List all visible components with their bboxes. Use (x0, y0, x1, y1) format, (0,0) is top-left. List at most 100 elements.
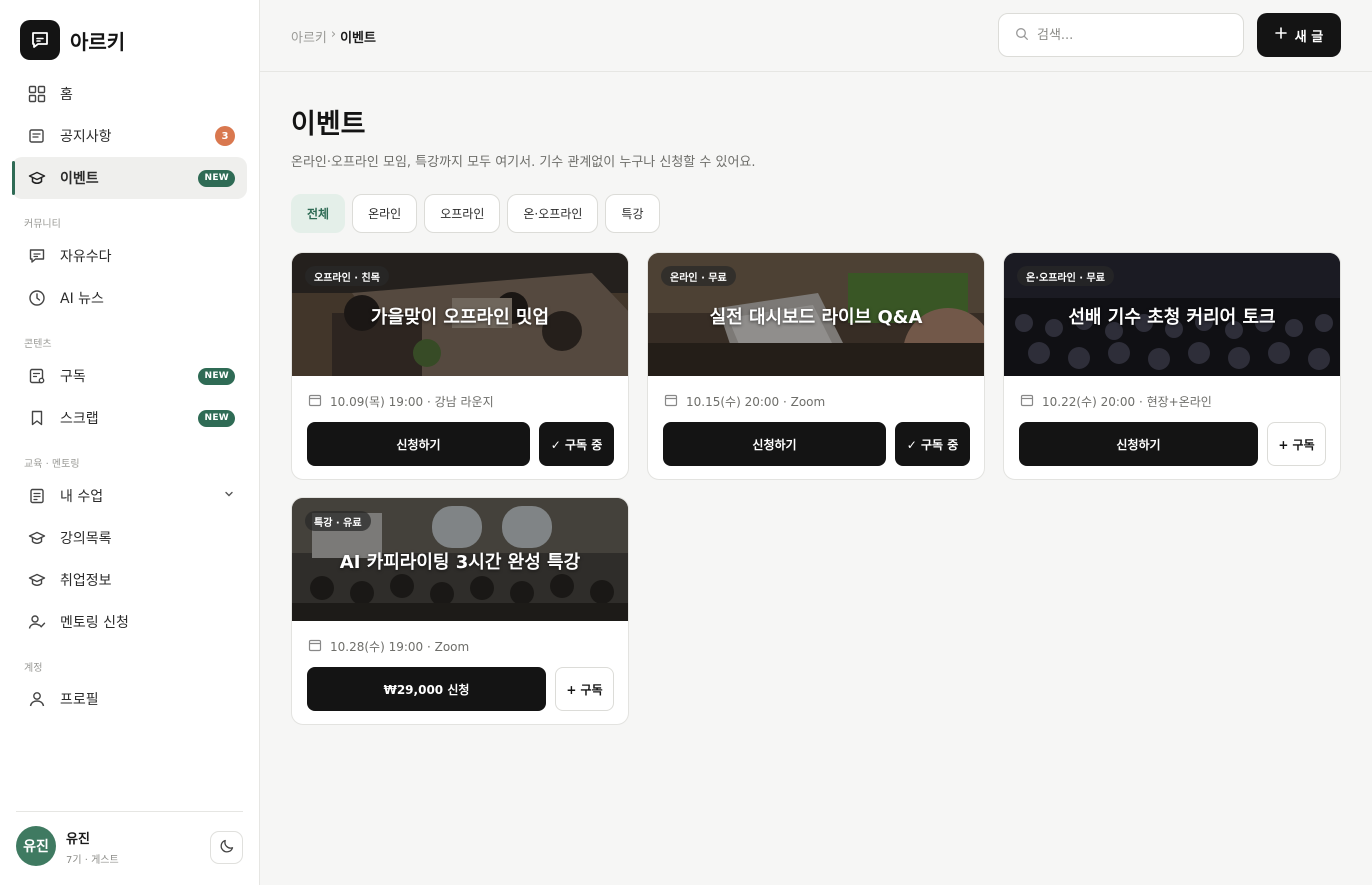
graduation-cap-icon (28, 529, 46, 547)
event-tag: 온라인 · 무료 (661, 266, 736, 286)
sidebar-item-free-talk[interactable]: 자유수다 (12, 235, 247, 277)
event-tag: 온·오프라인 · 무료 (1017, 266, 1114, 286)
filter-hybrid[interactable]: 온·오프라인 (507, 194, 599, 233)
new-badge: NEW (198, 169, 235, 187)
chevron-down-icon[interactable] (223, 488, 235, 504)
account-nav: 프로필 (12, 678, 247, 720)
grid-icon (28, 85, 46, 103)
sidebar-item-label: 프로필 (60, 692, 99, 708)
breadcrumb-separator: › (330, 27, 337, 42)
sidebar-item-profile[interactable]: 프로필 (12, 678, 247, 720)
sidebar-item-home[interactable]: 홈 (12, 73, 247, 115)
filter-tabs: 전체 온라인 오프라인 온·오프라인 특강 (291, 194, 660, 233)
avatar[interactable]: 유진 (16, 826, 56, 866)
sidebar-item-label: 구독 (60, 369, 86, 385)
calendar-icon (1020, 393, 1034, 410)
event-title: 선배 기수 초청 커리어 토크 (1068, 307, 1276, 328)
search-input[interactable] (1037, 27, 1217, 43)
plus-icon (1274, 27, 1287, 43)
subscribe-button[interactable]: ✓ 구독 중 (895, 422, 970, 466)
community-nav: 자유수다 AI 뉴스 (12, 235, 247, 319)
event-card[interactable]: 오프라인 · 친목 가을맞이 오프라인 밋업 10.09(목) 19:00 · … (291, 252, 629, 480)
education-nav: 내 수업 강의목록 취업정보 멘토링 신청 (12, 475, 247, 643)
subscribe-button[interactable]: + 구독 (555, 667, 614, 711)
subscribe-button[interactable]: ✓ 구독 중 (539, 422, 614, 466)
sidebar-item-my-class[interactable]: 내 수업 (12, 475, 247, 517)
breadcrumb-root[interactable]: 아르키 (291, 27, 327, 46)
search-icon (1015, 26, 1029, 45)
event-card[interactable]: 온라인 · 무료 실전 대시보드 라이브 Q&A 10.15(수) 20:00 … (647, 252, 985, 480)
theme-toggle-button[interactable] (210, 831, 243, 864)
user-meta: 7기 · 게스트 (66, 855, 119, 866)
calendar-icon (308, 393, 322, 410)
sidebar-item-label: 자유수다 (60, 249, 112, 265)
event-datetime: 10.28(수) 19:00 · Zoom (330, 640, 470, 654)
clock-icon (28, 289, 46, 307)
calendar-icon (664, 393, 678, 410)
filter-lecture[interactable]: 특강 (605, 194, 660, 233)
section-label-account: 계정 (24, 663, 43, 674)
sidebar-item-label: 홈 (60, 87, 73, 103)
document-icon (28, 487, 46, 505)
sidebar-item-scrap[interactable]: 스크랩 NEW (12, 397, 247, 439)
filter-offline[interactable]: 오프라인 (424, 194, 501, 233)
search-box[interactable] (998, 13, 1244, 57)
notice-icon (28, 127, 46, 145)
top-bar: 아르키 › 이벤트 새 글 (260, 0, 1372, 72)
sidebar-item-label: 이벤트 (60, 171, 99, 187)
user-name: 유진 (66, 832, 90, 847)
sidebar-item-label: 멘토링 신청 (60, 615, 129, 631)
moon-icon (219, 838, 235, 858)
subscribe-icon (28, 367, 46, 385)
event-title: 실전 대시보드 라이브 Q&A (709, 307, 923, 328)
new-post-button[interactable]: 새 글 (1257, 13, 1341, 57)
apply-button[interactable]: 신청하기 (663, 422, 886, 466)
sidebar-item-jobs[interactable]: 취업정보 (12, 559, 247, 601)
sidebar-item-subscribe[interactable]: 구독 NEW (12, 355, 247, 397)
event-meta: 10.09(목) 19:00 · 강남 라운지 (308, 393, 494, 410)
apply-button[interactable]: 신청하기 (307, 422, 530, 466)
sidebar-item-label: 강의목록 (60, 531, 112, 547)
event-meta: 10.28(수) 19:00 · Zoom (308, 638, 469, 655)
event-datetime: 10.09(목) 19:00 · 강남 라운지 (330, 395, 494, 409)
event-card[interactable]: 특강 · 유료 AI 카피라이팅 3시간 완성 특강 10.28(수) 19:0… (291, 497, 629, 725)
sidebar-item-events[interactable]: 이벤트 NEW (12, 157, 247, 199)
user-icon (28, 690, 46, 708)
breadcrumb-current: 이벤트 (340, 31, 376, 46)
sidebar-item-mentoring[interactable]: 멘토링 신청 (12, 601, 247, 643)
sidebar-item-notice[interactable]: 공지사항 3 (12, 115, 247, 157)
filter-all[interactable]: 전체 (291, 194, 346, 233)
user-check-icon (28, 613, 46, 631)
sidebar-item-label: AI 뉴스 (60, 291, 104, 307)
new-badge: NEW (198, 409, 235, 427)
apply-button[interactable]: 신청하기 (1019, 422, 1258, 466)
event-card[interactable]: 온·오프라인 · 무료 선배 기수 초청 커리어 토크 10.22(수) 20:… (1003, 252, 1341, 480)
event-title: 가을맞이 오프라인 밋업 (370, 307, 550, 328)
new-post-label: 새 글 (1294, 29, 1324, 45)
filter-online[interactable]: 온라인 (352, 194, 418, 233)
section-label-content: 콘텐츠 (24, 339, 52, 350)
event-datetime: 10.22(수) 20:00 · 현장+온라인 (1042, 395, 1212, 409)
event-tag: 오프라인 · 친목 (305, 266, 389, 286)
sidebar-item-label: 공지사항 (60, 129, 112, 145)
sidebar-item-label: 스크랩 (60, 411, 99, 427)
event-tag: 특강 · 유료 (305, 511, 371, 531)
notice-count-badge: 3 (215, 126, 235, 146)
page-title: 이벤트 (291, 109, 366, 140)
section-label-community: 커뮤니티 (24, 219, 61, 230)
page-description: 온라인·오프라인 모임, 특강까지 모두 여기서. 기수 관계없이 누구나 신청… (291, 155, 756, 170)
sidebar-item-label: 취업정보 (60, 573, 112, 589)
event-meta: 10.15(수) 20:00 · Zoom (664, 393, 825, 410)
brand[interactable]: 아르키 (20, 20, 125, 60)
new-badge: NEW (198, 367, 235, 385)
apply-button[interactable]: ₩29,000 신청 (307, 667, 546, 711)
divider (16, 811, 243, 812)
sidebar-item-ai-news[interactable]: AI 뉴스 (12, 277, 247, 319)
chat-icon (28, 247, 46, 265)
sidebar-item-course-list[interactable]: 강의목록 (12, 517, 247, 559)
section-label-education: 교육 · 멘토링 (24, 459, 80, 470)
subscribe-button[interactable]: + 구독 (1267, 422, 1326, 466)
breadcrumb: 아르키 › 이벤트 (291, 27, 376, 46)
event-datetime: 10.15(수) 20:00 · Zoom (686, 395, 826, 409)
bookmark-icon (28, 409, 46, 427)
